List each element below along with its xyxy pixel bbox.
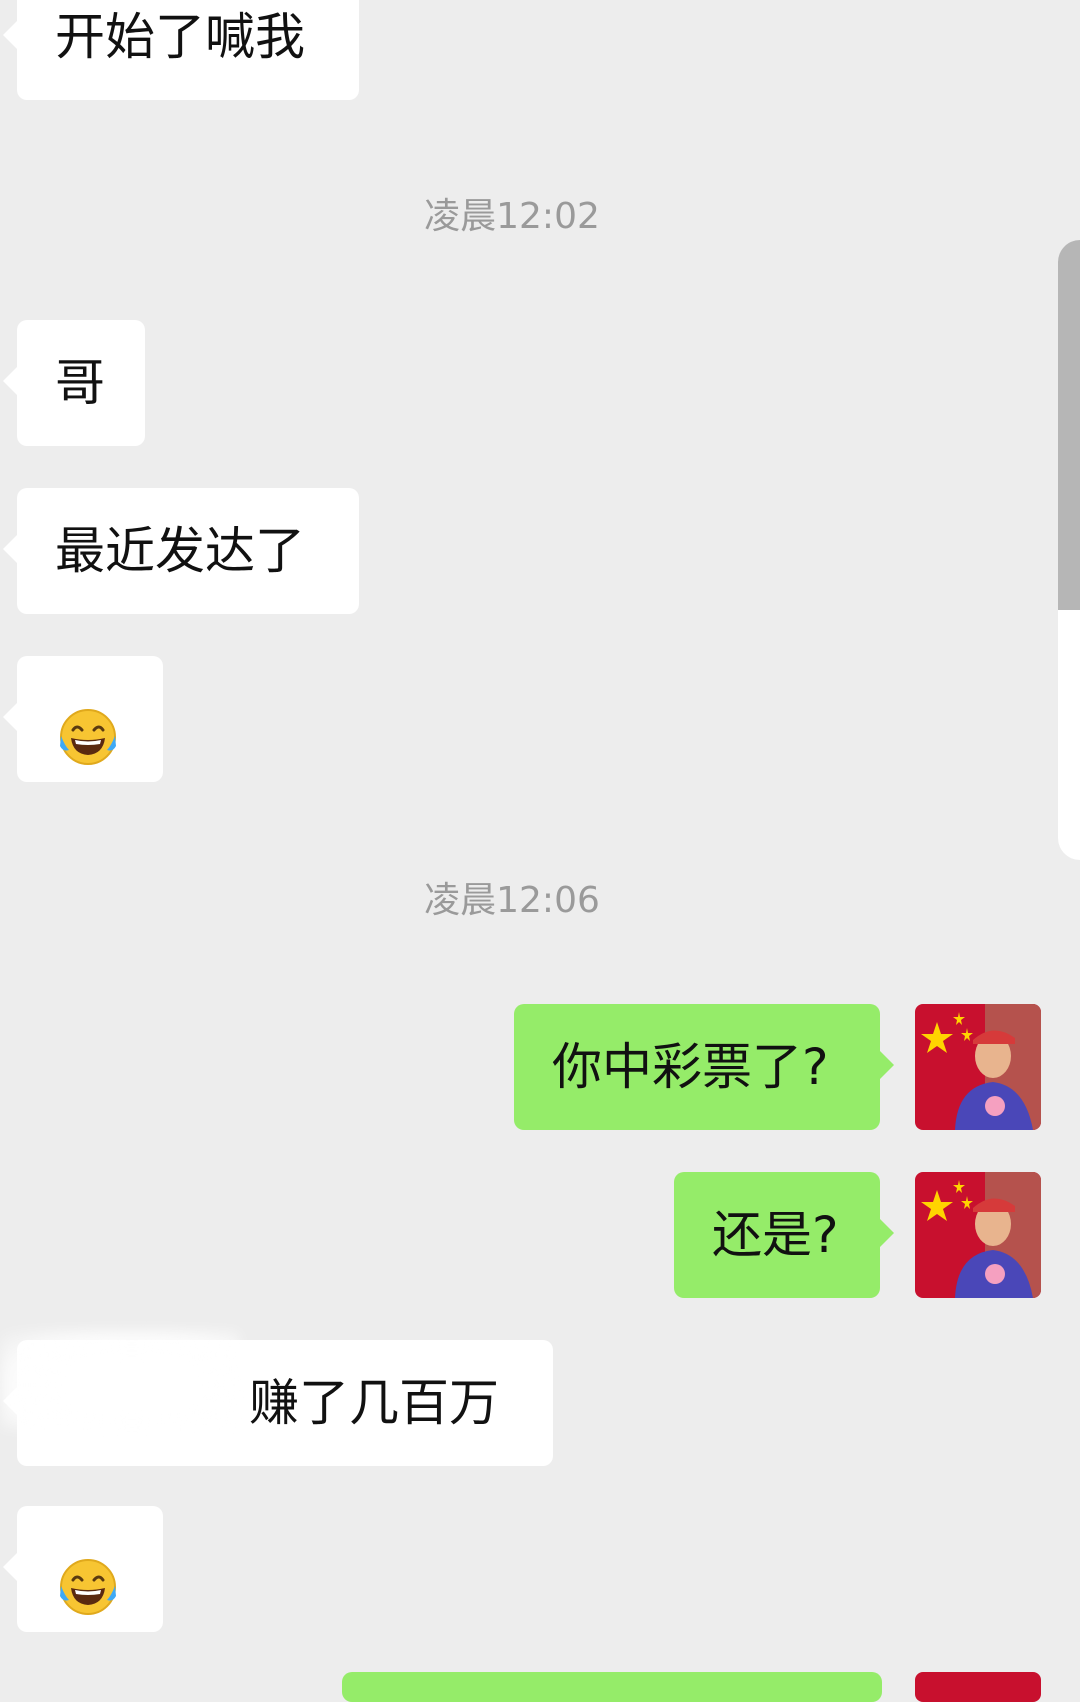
message-text: 最近发达了 (55, 522, 305, 580)
laughing-tears-emoji-icon (57, 1538, 119, 1615)
avatar[interactable] (915, 1172, 1041, 1298)
message-bubble-right[interactable]: 你中彩票了? (514, 1004, 894, 1130)
message-bubble-left[interactable]: 开始了喊我 (3, 0, 359, 100)
laughing-tears-emoji-icon (57, 688, 119, 765)
avatar-partial[interactable] (915, 1672, 1041, 1702)
message-text: 赚了几百万 (249, 1374, 499, 1432)
message-text: 还是? (712, 1206, 839, 1264)
message-text: 开始了喊我 (55, 8, 305, 66)
scrollbar-thumb[interactable] (1058, 240, 1080, 610)
message-text: 你中彩票了? (552, 1038, 829, 1096)
message-bubble-right-partial[interactable] (342, 1672, 882, 1702)
message-bubble-left[interactable] (3, 656, 163, 782)
redaction-blur (0, 1330, 240, 1430)
chat-message-list[interactable]: 开始了喊我 凌晨12:02 哥 最近发达了 凌晨12:06 你中彩票了? 还是?… (0, 0, 1080, 1702)
message-bubble-right[interactable]: 还是? (674, 1172, 894, 1298)
message-text: 哥 (55, 354, 105, 412)
timestamp: 凌晨12:06 (424, 880, 600, 921)
message-bubble-left[interactable] (3, 1506, 163, 1632)
message-bubble-left[interactable]: 哥 (3, 320, 145, 446)
avatar[interactable] (915, 1004, 1041, 1130)
timestamp: 凌晨12:02 (424, 196, 600, 237)
message-bubble-left[interactable]: 最近发达了 (3, 488, 359, 614)
